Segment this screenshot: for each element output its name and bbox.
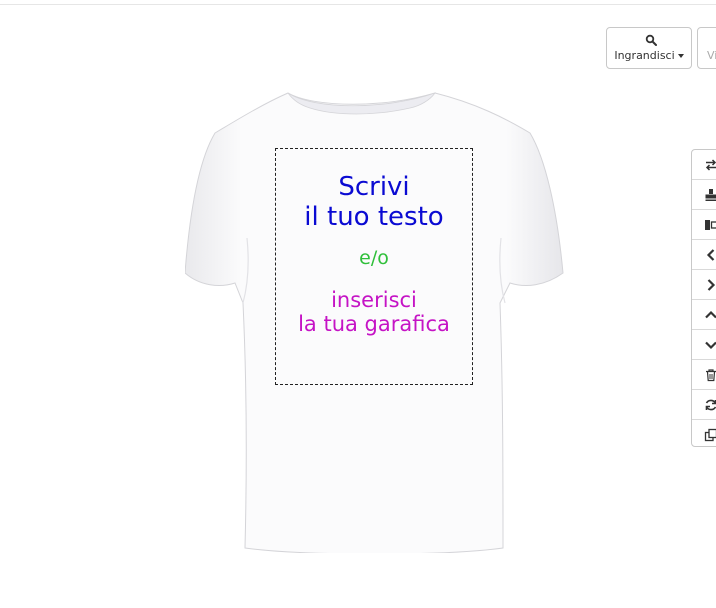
move-right-button[interactable]: [692, 270, 716, 300]
graphic-line-1: inserisci: [331, 288, 417, 312]
zoom-label-row: Ingrandisci: [607, 49, 691, 62]
move-left-button[interactable]: [692, 240, 716, 270]
graphic-line-2: la tua garafica: [298, 312, 450, 336]
refresh-icon: [705, 399, 716, 411]
separator-text: e/o: [359, 247, 389, 269]
align-button[interactable]: [692, 210, 716, 240]
swap-button[interactable]: [692, 150, 716, 180]
delete-button[interactable]: [692, 360, 716, 390]
chevron-up-icon: [705, 310, 716, 319]
print-area[interactable]: Scrivi il tuo testo e/o inserisci la tua…: [275, 148, 473, 385]
stamp-icon: [705, 189, 716, 201]
align-icon: [705, 220, 716, 230]
view-button[interactable]: Vi: [697, 27, 716, 69]
copy-icon: [704, 428, 716, 442]
chevron-right-icon: [707, 279, 716, 291]
move-down-button[interactable]: [692, 330, 716, 360]
top-divider: [0, 4, 716, 5]
duplicate-button[interactable]: [692, 420, 716, 450]
reset-button[interactable]: [692, 390, 716, 420]
stamp-button[interactable]: [692, 180, 716, 210]
trash-icon: [706, 369, 716, 382]
view-label: Vi: [707, 49, 716, 62]
headline-line-2: il tuo testo: [304, 202, 444, 232]
caret-down-icon: [677, 54, 684, 58]
edit-toolbar: [691, 149, 716, 447]
zoom-dropdown-button[interactable]: Ingrandisci: [606, 27, 692, 69]
move-up-button[interactable]: [692, 300, 716, 330]
search-icon: [645, 34, 657, 46]
chevron-down-icon: [705, 341, 716, 350]
headline-line-1: Scrivi: [338, 172, 410, 202]
swap-icon: [705, 159, 716, 171]
chevron-left-icon: [706, 249, 715, 261]
zoom-label: Ingrandisci: [614, 49, 675, 62]
